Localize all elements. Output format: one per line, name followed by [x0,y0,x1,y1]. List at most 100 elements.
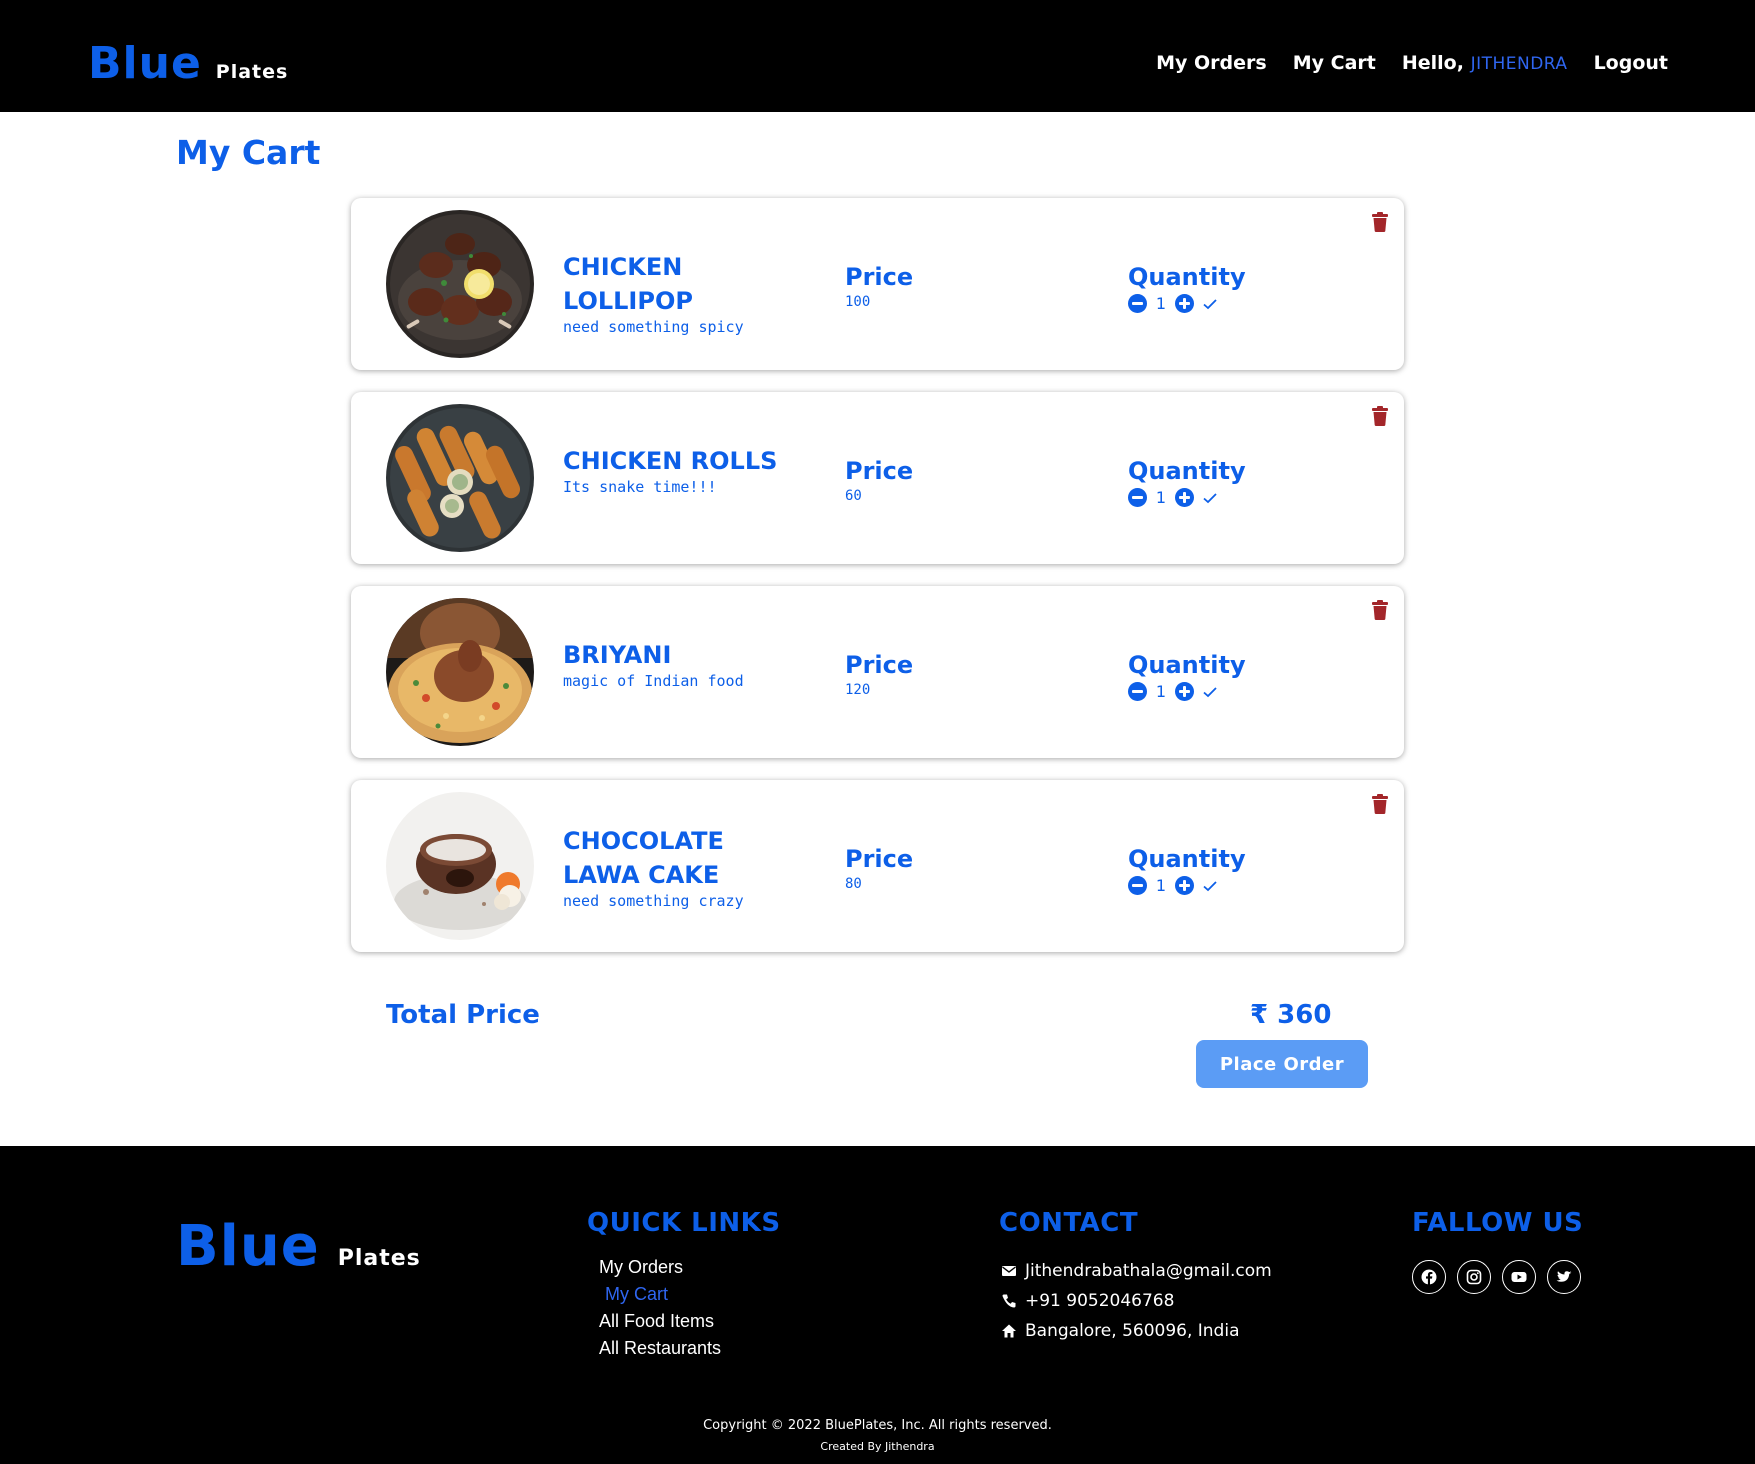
trash-icon[interactable] [1372,794,1388,814]
price-value: 100 [845,294,871,310]
page-title: My Cart [176,133,321,172]
quantity-label: Quantity [1128,457,1246,485]
trash-icon[interactable] [1372,406,1388,426]
quick-link-my-cart[interactable]: My Cart [605,1284,668,1304]
price-value: 120 [845,682,871,698]
quick-links-section: QUICK LINKS My Orders My Cart All Food I… [587,1208,781,1362]
footer-brand-logo[interactable]: Blue Plates [176,1214,421,1279]
quantity-value: 1 [1155,294,1167,313]
minus-circle-icon[interactable] [1128,682,1147,701]
quantity-label: Quantity [1128,651,1246,679]
price-label: Price [845,457,914,485]
minus-circle-icon[interactable] [1128,876,1147,895]
twitter-icon[interactable] [1547,1260,1581,1294]
check-icon[interactable] [1202,296,1218,312]
quantity-block: Quantity 1 [1128,456,1246,507]
instagram-icon[interactable] [1457,1260,1491,1294]
price-value: 60 [845,488,862,504]
contact-email[interactable]: Jithendrabathala@gmail.com [1025,1256,1272,1286]
created-by-text: Created By Jithendra [820,1440,935,1453]
nav-logout[interactable]: Logout [1594,52,1668,74]
greeting-username: JITHENDRA [1470,54,1568,74]
price-value: 80 [845,876,862,892]
plus-circle-icon[interactable] [1175,682,1194,701]
quick-link-my-orders[interactable]: My Orders [599,1257,683,1277]
item-info: CHOCOLATE LAWA CAKE need something crazy [563,824,803,910]
home-icon [1002,1324,1016,1338]
check-icon[interactable] [1202,878,1218,894]
total-price-label: Total Price [386,1000,540,1030]
brand-name-plates: Plates [215,61,289,83]
contact-phone-row: +91 9052046768 [1001,1286,1272,1316]
plus-circle-icon[interactable] [1175,294,1194,313]
contact-phone[interactable]: +91 9052046768 [1025,1286,1174,1316]
quantity-label: Quantity [1128,845,1246,873]
total-price-value: ₹ 360 [1250,1000,1332,1030]
footer-brand-name-plates: Plates [337,1246,421,1271]
price-block: Price 60 [845,456,913,504]
trash-icon[interactable] [1372,212,1388,232]
nav-my-orders[interactable]: My Orders [1156,52,1267,74]
quantity-value: 1 [1155,682,1167,701]
brand-name-blue: Blue [88,38,202,89]
cart-item-card: BRIYANI magic of Indian food Price 120 Q… [351,586,1404,758]
quantity-stepper: 1 [1128,682,1246,701]
check-icon[interactable] [1202,490,1218,506]
youtube-icon[interactable] [1502,1260,1536,1294]
quantity-value: 1 [1155,488,1167,507]
cart-item-card: CHICKEN LOLLIPOP need something spicy Pr… [351,198,1404,370]
contact-email-row: Jithendrabathala@gmail.com [1001,1256,1272,1286]
greeting-text: Hello, [1401,52,1471,74]
phone-icon [1002,1294,1016,1308]
check-icon[interactable] [1202,684,1218,700]
quick-link-all-food-items[interactable]: All Food Items [599,1311,714,1331]
price-block: Price 100 [845,262,913,310]
chicken-lollipop-photo [386,210,534,358]
social-links [1412,1260,1583,1294]
footer: Blue Plates QUICK LINKS My Orders My Car… [0,1146,1755,1464]
footer-brand-name-blue: Blue [176,1214,320,1279]
price-block: Price 120 [845,650,913,698]
quantity-value: 1 [1155,876,1167,895]
price-label: Price [845,651,914,679]
quick-link-all-restaurants[interactable]: All Restaurants [599,1338,721,1358]
item-name: CHOCOLATE LAWA CAKE [563,827,724,889]
quick-link-item: All Restaurants [587,1335,781,1362]
contact-section: CONTACT Jithendrabathala@gmail.com +91 9… [999,1208,1272,1346]
quantity-block: Quantity 1 [1128,262,1246,313]
item-info: BRIYANI magic of Indian food [563,638,803,690]
quick-link-item: All Food Items [587,1308,781,1335]
trash-icon[interactable] [1372,600,1388,620]
contact-address: Bangalore, 560096, India [1025,1321,1240,1341]
plus-circle-icon[interactable] [1175,876,1194,895]
follow-us-title: FALLOW US [1412,1208,1584,1238]
item-info: CHICKEN ROLLS Its snake time!!! [563,444,803,496]
place-order-button[interactable]: Place Order [1196,1040,1368,1088]
quantity-block: Quantity 1 [1128,650,1246,701]
item-description: need something crazy [563,892,744,910]
minus-circle-icon[interactable] [1128,488,1147,507]
copyright-text: Copyright © 2022 BluePlates, Inc. All ri… [703,1418,1052,1433]
contact-title: CONTACT [999,1208,1139,1238]
follow-us-section: FALLOW US [1412,1208,1583,1294]
chocolate-lava-cake-photo [386,792,534,940]
contact-address-row: Bangalore, 560096, India [1001,1316,1272,1346]
greeting: Hello, JITHENDRA [1402,52,1568,74]
cart-item-card: CHICKEN ROLLS Its snake time!!! Price 60… [351,392,1404,564]
minus-circle-icon[interactable] [1128,294,1147,313]
nav-my-cart[interactable]: My Cart [1293,52,1376,74]
plus-circle-icon[interactable] [1175,488,1194,507]
item-description: Its snake time!!! [563,478,717,496]
quantity-stepper: 1 [1128,488,1246,507]
item-name: CHICKEN ROLLS [563,447,778,475]
item-name: CHICKEN LOLLIPOP [563,253,693,315]
item-description: magic of Indian food [563,672,744,690]
main-nav: My Orders My Cart Hello, JITHENDRA Logou… [1156,52,1668,74]
quick-links-list: My Orders My Cart All Food Items All Res… [587,1254,781,1362]
mail-icon [1002,1266,1016,1276]
price-label: Price [845,845,914,873]
facebook-icon[interactable] [1412,1260,1446,1294]
price-block: Price 80 [845,844,913,892]
brand-logo[interactable]: Blue Plates [88,38,288,89]
item-name: BRIYANI [563,641,672,669]
